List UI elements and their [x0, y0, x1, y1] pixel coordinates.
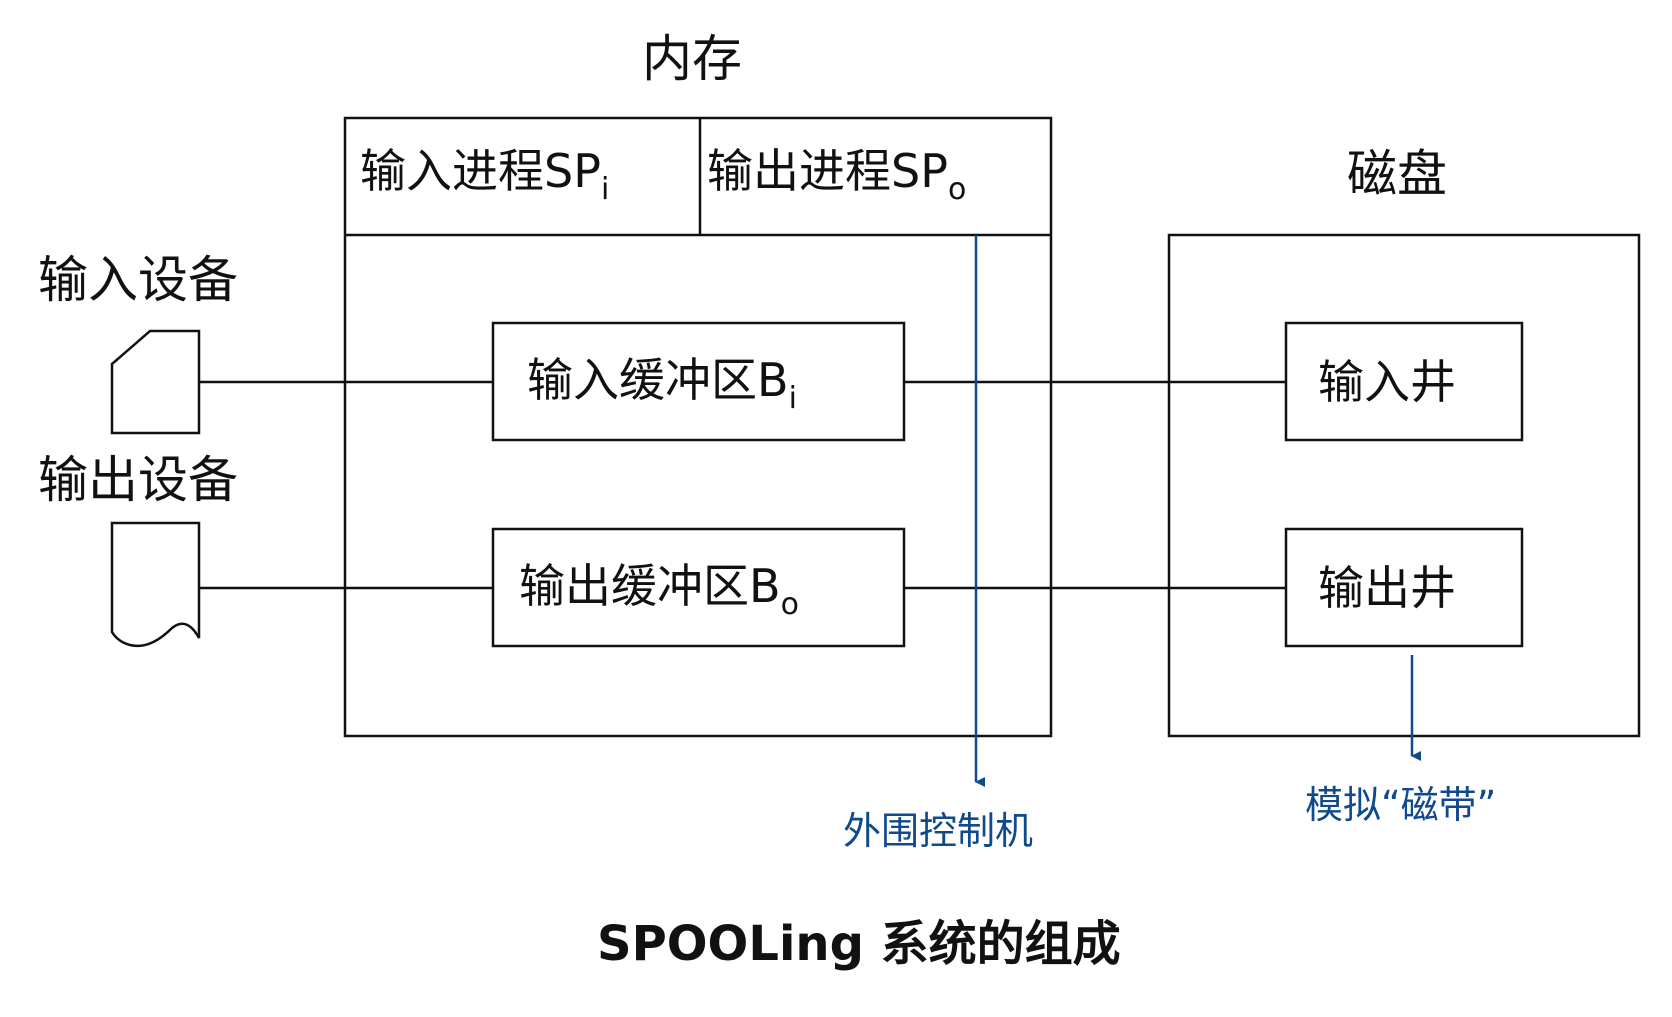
diagram-caption: SPOOLing 系统的组成	[597, 916, 1121, 972]
output-buffer-label: 输出缓冲区Bo	[519, 563, 799, 620]
input-process-subscript: i	[600, 172, 610, 207]
peripheral-machine-note: 外围控制机	[843, 809, 1034, 853]
output-device-icon	[110, 521, 201, 648]
input-buffer-text: 输入缓冲区B	[527, 353, 789, 407]
input-buffer-label: 输入缓冲区Bi	[527, 357, 797, 414]
input-well-label: 输入井	[1318, 355, 1456, 409]
memory-title: 内存	[642, 30, 742, 88]
output-device-label: 输出设备	[38, 451, 238, 509]
input-process-text: 输入进程SP	[360, 144, 601, 198]
input-process-label: 输入进程SPi	[360, 148, 609, 205]
output-process-subscript: o	[947, 172, 967, 207]
disk-title: 磁盘	[1347, 145, 1447, 203]
output-process-label: 输出进程SPo	[707, 148, 966, 205]
spooling-diagram: 内存 磁盘 输入进程SPi 输出进程SPo 输入缓冲区Bi 输出缓冲区Bo 输入…	[0, 0, 1672, 1012]
output-process-text: 输出进程SP	[707, 144, 948, 198]
memory-box	[343, 116, 1053, 738]
output-well-label: 输出井	[1318, 561, 1456, 615]
input-buffer-subscript: i	[788, 381, 797, 416]
input-device-icon	[110, 329, 201, 435]
input-device-label: 输入设备	[38, 251, 238, 309]
output-buffer-subscript: o	[780, 587, 799, 622]
output-buffer-text: 输出缓冲区B	[519, 559, 781, 613]
simulated-tape-note: 模拟“磁带”	[1305, 783, 1497, 827]
disk-box	[1167, 233, 1641, 738]
